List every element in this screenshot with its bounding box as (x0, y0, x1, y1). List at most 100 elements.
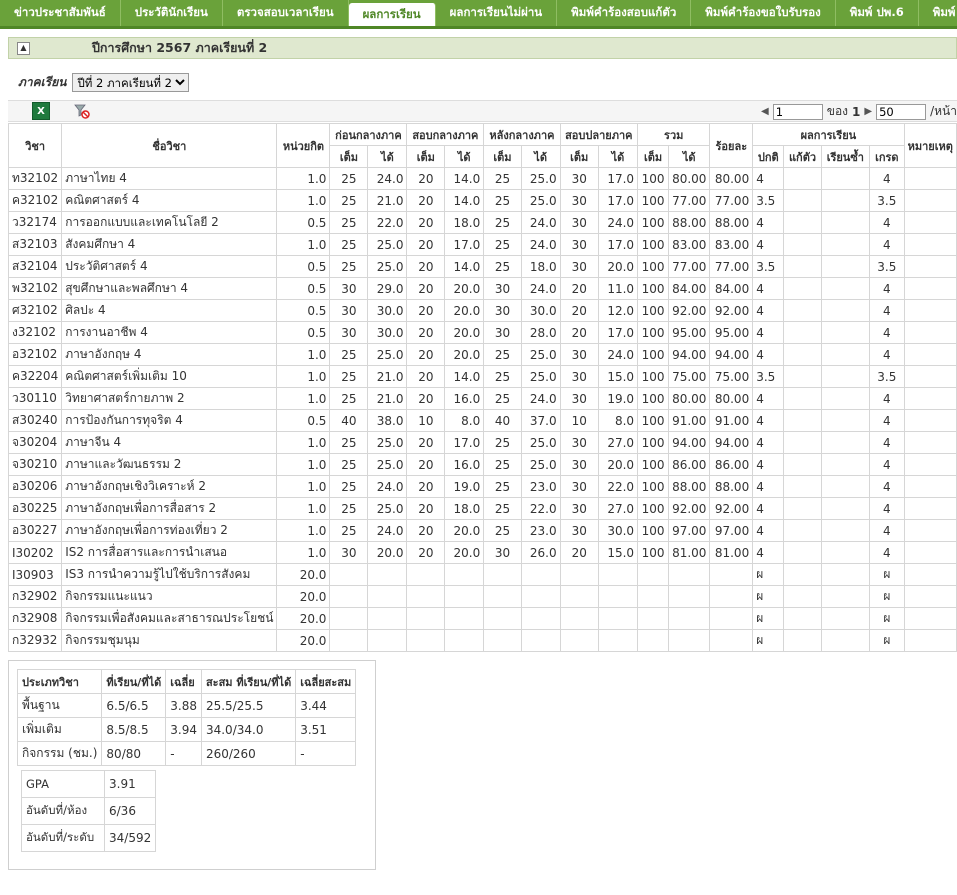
note-cell (903, 629, 957, 652)
table-cell: 1.0 (276, 475, 331, 498)
table-cell: 16.0 (444, 453, 485, 476)
table-cell (820, 453, 871, 476)
nav-item-7[interactable]: พิมพ์ ปพ.6 (836, 0, 919, 26)
table-cell (668, 563, 711, 586)
table-cell: 4 (869, 233, 905, 256)
table-cell: 100 (637, 453, 670, 476)
pager-of-label: ของ (826, 104, 849, 118)
col-group-total: รวม (637, 123, 711, 146)
toolbar: X ◀ ของ 1 ▶ /หน้า (8, 100, 957, 122)
table-cell: 25 (483, 519, 522, 542)
note-cell (903, 365, 957, 388)
nav-item-0[interactable]: ข่าวประชาสัมพันธ์ (0, 0, 121, 26)
table-cell (559, 563, 599, 586)
summary-header: เฉลี่ยสะสม (295, 669, 357, 694)
next-page-icon[interactable]: ▶ (864, 106, 872, 117)
table-cell: 100 (637, 387, 670, 410)
table-cell: 88.00 (668, 475, 711, 498)
table-cell: 22.0 (597, 475, 639, 498)
table-cell (668, 607, 711, 630)
nav-item-6[interactable]: พิมพ์คำร้องขอใบรับรอง (691, 0, 836, 26)
table-cell (820, 541, 871, 564)
table-cell (783, 409, 822, 432)
table-cell: ผ (752, 629, 785, 652)
table-cell: 30.0 (367, 299, 408, 322)
col-grade: เกรด (869, 145, 905, 168)
summary-cell: กิจกรรม (ชม.) (16, 741, 103, 766)
note-cell (903, 189, 957, 212)
table-cell: 4 (869, 321, 905, 344)
nav-item-4[interactable]: ผลการเรียนไม่ผ่าน (436, 0, 558, 26)
note-cell (903, 211, 957, 234)
table-cell: 25 (483, 431, 522, 454)
col-got: ได้ (520, 145, 561, 168)
table-row: อ30225 ภาษาอังกฤษเพื่อการสื่อสาร 2 1.0 25 25… (7, 497, 957, 520)
table-cell (559, 585, 599, 608)
table-cell: 20 (406, 277, 446, 300)
table-cell: ผ (869, 585, 905, 608)
table-cell (783, 343, 822, 366)
table-cell: 21.0 (367, 365, 408, 388)
table-cell (820, 497, 871, 520)
collapse-icon[interactable]: ▲ (17, 41, 30, 55)
page-input[interactable] (772, 103, 823, 120)
table-cell: 25.0 (367, 453, 408, 476)
table-row: ค32204 คณิตศาสตร์เพิ่มเติม 10 1.0 25 21.0 20 1… (7, 365, 957, 388)
semester-select[interactable]: ปีที่ 2 ภาคเรียนที่ 2 (72, 73, 190, 92)
table-cell: 17.0 (597, 189, 639, 212)
table-cell: การออกแบบและเทคโนโลยี 2 (61, 211, 278, 234)
table-cell: 0.5 (276, 255, 331, 278)
nav-item-3[interactable]: ผลการเรียน (348, 3, 436, 26)
per-page-input[interactable] (876, 103, 927, 120)
gpa-label: อันดับที่/ระดับ (21, 824, 105, 852)
table-cell: 80.00 (668, 387, 711, 410)
table-cell: 20 (406, 255, 446, 278)
table-cell (783, 211, 822, 234)
clear-filter-icon[interactable] (74, 103, 90, 119)
note-cell (903, 233, 957, 256)
table-cell: 30.0 (597, 519, 639, 542)
nav-item-1[interactable]: ประวัตินักเรียน (121, 0, 223, 26)
table-cell: 20 (406, 365, 446, 388)
note-cell (903, 167, 957, 190)
table-cell: ผ (869, 607, 905, 630)
table-cell: กิจกรรมแนะแนว (61, 585, 278, 608)
table-cell: 25.0 (520, 167, 561, 190)
table-cell: 20 (406, 299, 446, 322)
table-cell (820, 321, 871, 344)
table-cell (367, 585, 408, 608)
table-cell: 18.0 (520, 255, 561, 278)
table-cell: กิจกรรมชุมนุม (61, 629, 278, 652)
table-cell: ท32102 (7, 167, 63, 190)
table-cell: การงานอาชีพ 4 (61, 321, 278, 344)
table-cell: 20 (559, 299, 599, 322)
summary-cell: 8.5/8.5 (101, 717, 167, 742)
table-cell: 4 (869, 475, 905, 498)
table-cell: 4 (752, 519, 785, 542)
table-cell: 24.0 (367, 167, 408, 190)
col-name: ชื่อวิชา (61, 123, 278, 168)
table-cell: ค32204 (7, 365, 63, 388)
table-cell: 75.00 (709, 365, 754, 388)
table-cell: 25.0 (367, 255, 408, 278)
nav-item-5[interactable]: พิมพ์คำร้องสอบแก้ตัว (557, 0, 692, 26)
table-cell (597, 607, 639, 630)
note-cell (903, 563, 957, 586)
table-cell: 30 (559, 255, 599, 278)
table-cell: 17.0 (444, 233, 485, 256)
table-cell: 30 (559, 519, 599, 542)
table-cell: 22.0 (520, 497, 561, 520)
table-cell: 20 (559, 321, 599, 344)
nav-item-2[interactable]: ตรวจสอบเวลาเรียน (223, 0, 349, 26)
prev-page-icon[interactable]: ◀ (761, 106, 769, 117)
table-cell: 91.00 (668, 409, 711, 432)
excel-export-icon[interactable]: X (32, 102, 50, 120)
table-cell: อ30225 (7, 497, 63, 520)
table-cell: 4 (752, 277, 785, 300)
nav-item-8[interactable]: พิมพ์ (919, 0, 957, 26)
note-cell (903, 585, 957, 608)
table-cell: 100 (637, 365, 670, 388)
note-cell (903, 431, 957, 454)
table-cell: 4 (752, 343, 785, 366)
table-cell: 25.0 (367, 343, 408, 366)
